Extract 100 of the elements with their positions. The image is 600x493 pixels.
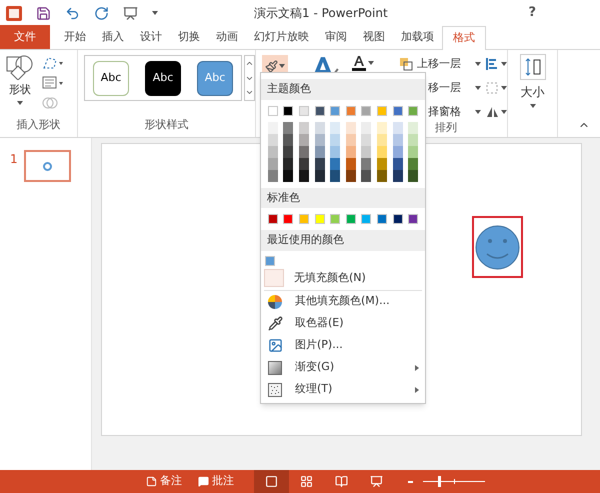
no-fill-item[interactable]: 无填充颜色(N)	[294, 270, 366, 286]
color-swatch[interactable]	[376, 158, 387, 170]
menu-item[interactable]: 纹理(T)	[261, 378, 425, 400]
edit-shape-icon[interactable]	[42, 56, 64, 70]
color-swatch[interactable]	[376, 146, 387, 158]
color-swatch[interactable]	[408, 158, 418, 170]
color-swatch[interactable]	[361, 170, 372, 182]
slideshow-icon[interactable]	[123, 6, 138, 20]
color-swatch[interactable]	[346, 146, 356, 158]
color-swatch[interactable]	[298, 170, 309, 182]
color-swatch[interactable]	[268, 214, 278, 224]
color-swatch[interactable]	[268, 146, 278, 158]
color-swatch[interactable]	[330, 122, 340, 134]
menu-item[interactable]: 图片(P)...	[261, 334, 425, 356]
smiley-face-drawing[interactable]	[475, 224, 520, 270]
shapes-button[interactable]: 形状	[4, 54, 36, 116]
ribbon-tab[interactable]: 设计	[132, 25, 170, 49]
color-swatch[interactable]	[330, 106, 340, 116]
ribbon-tab[interactable]: 视图	[355, 25, 393, 49]
view-button[interactable]	[254, 470, 289, 493]
rotate-icon[interactable]	[485, 105, 499, 119]
text-box-icon[interactable]	[42, 76, 64, 90]
color-swatch[interactable]	[298, 106, 309, 116]
color-swatch[interactable]	[392, 122, 403, 134]
color-swatch[interactable]	[376, 106, 387, 116]
color-swatch[interactable]	[392, 134, 403, 146]
save-icon[interactable]	[36, 6, 51, 20]
color-swatch[interactable]	[361, 214, 372, 224]
color-swatch[interactable]	[376, 170, 387, 182]
color-swatch[interactable]	[314, 146, 325, 158]
color-swatch[interactable]	[283, 134, 294, 146]
help-button[interactable]: ?	[528, 3, 536, 23]
color-swatch[interactable]	[314, 134, 325, 146]
color-swatch[interactable]	[346, 134, 356, 146]
color-swatch[interactable]	[346, 122, 356, 134]
comments-button[interactable]: 批注	[198, 473, 234, 490]
color-swatch[interactable]	[346, 158, 356, 170]
notes-button[interactable]: 备注	[146, 473, 182, 490]
color-swatch[interactable]	[392, 106, 403, 116]
color-swatch[interactable]	[330, 134, 340, 146]
menu-item[interactable]: 其他填充颜色(M)...	[261, 290, 425, 312]
arrange-button[interactable]: 上移一层	[417, 56, 461, 72]
color-swatch[interactable]	[283, 146, 294, 158]
color-swatch[interactable]	[408, 106, 418, 116]
color-swatch[interactable]	[283, 170, 294, 182]
ribbon-tab[interactable]: 格式	[442, 26, 486, 50]
shape-style-button[interactable]: Abc	[93, 60, 129, 96]
redo-icon[interactable]	[94, 6, 109, 20]
color-swatch[interactable]	[376, 134, 387, 146]
color-swatch[interactable]	[268, 170, 278, 182]
size-button[interactable]: 大小	[520, 54, 546, 108]
color-swatch[interactable]	[268, 158, 278, 170]
color-swatch[interactable]	[265, 256, 275, 266]
color-swatch[interactable]	[361, 122, 372, 134]
color-swatch[interactable]	[330, 214, 340, 224]
arrange-button[interactable]: 择窗格	[428, 104, 461, 120]
color-swatch[interactable]	[314, 106, 325, 116]
color-swatch[interactable]	[361, 146, 372, 158]
color-swatch[interactable]	[361, 134, 372, 146]
ribbon-tab[interactable]: 文件	[0, 25, 50, 49]
color-swatch[interactable]	[330, 146, 340, 158]
color-swatch[interactable]	[408, 214, 418, 224]
color-swatch[interactable]	[408, 170, 418, 182]
menu-item[interactable]: 渐变(G)	[261, 356, 425, 378]
color-swatch[interactable]	[298, 214, 309, 224]
group-icon[interactable]	[485, 81, 499, 95]
ribbon-tab[interactable]: 切换	[170, 25, 208, 49]
slide-thumbnail[interactable]	[24, 150, 71, 182]
ribbon-tab[interactable]: 审阅	[317, 25, 355, 49]
color-swatch[interactable]	[361, 158, 372, 170]
color-swatch[interactable]	[283, 106, 294, 116]
color-swatch[interactable]	[408, 146, 418, 158]
color-swatch[interactable]	[408, 122, 418, 134]
color-swatch[interactable]	[346, 214, 356, 224]
zoom-slider[interactable]	[423, 476, 485, 487]
color-swatch[interactable]	[408, 134, 418, 146]
color-swatch[interactable]	[376, 122, 387, 134]
color-swatch[interactable]	[346, 106, 356, 116]
menu-item[interactable]: 取色器(E)	[261, 312, 425, 334]
color-swatch[interactable]	[330, 170, 340, 182]
color-swatch[interactable]	[314, 158, 325, 170]
ribbon-tab[interactable]: 加载项	[393, 25, 442, 49]
color-swatch[interactable]	[330, 158, 340, 170]
color-swatch[interactable]	[268, 106, 278, 116]
color-swatch[interactable]	[283, 214, 294, 224]
color-swatch[interactable]	[298, 122, 309, 134]
color-swatch[interactable]	[298, 146, 309, 158]
ribbon-tab[interactable]: 幻灯片放映	[246, 25, 317, 49]
ribbon-tab[interactable]: 动画	[208, 25, 246, 49]
color-swatch[interactable]	[314, 170, 325, 182]
color-swatch[interactable]	[361, 106, 372, 116]
color-swatch[interactable]	[376, 214, 387, 224]
shape-style-button[interactable]: Abc	[145, 60, 181, 96]
color-swatch[interactable]	[346, 170, 356, 182]
color-swatch[interactable]	[268, 134, 278, 146]
color-swatch[interactable]	[392, 158, 403, 170]
color-swatch[interactable]	[268, 122, 278, 134]
ribbon-tab[interactable]: 插入	[94, 25, 132, 49]
color-swatch[interactable]	[392, 146, 403, 158]
color-swatch[interactable]	[392, 214, 403, 224]
